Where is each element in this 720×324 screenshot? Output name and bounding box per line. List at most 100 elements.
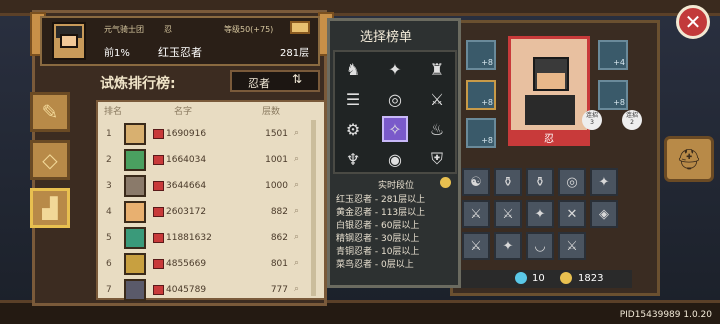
magnifier-icon[interactable]: ⌕ [294,180,299,190]
player-id-version: PID15439989 1.0.20 [619,310,712,320]
gift-icon [153,233,164,243]
row-floor: 1000 [265,181,288,191]
row-floor: 1501 [265,129,288,139]
rank-tier-line: 菜鸟忍者 - 0层以上 [336,260,414,270]
gift-icon [153,285,164,295]
inventory-item[interactable]: ⚔ [494,200,522,228]
inventory-item[interactable]: ⚱ [526,168,554,196]
avatar [52,22,86,60]
row-floor: 882 [270,207,288,217]
flame-class-icon[interactable]: ♨ [424,116,450,142]
inventory-item[interactable]: ✦ [494,232,522,260]
magnifier-icon[interactable]: ⌕ [294,154,299,164]
trial-leaderboard-title: 试炼排行榜: [100,76,176,92]
close-button[interactable]: ✕ [676,5,710,39]
equip-slot[interactable]: +4 [598,40,628,70]
guild-name: 元气骑士团 [104,25,144,34]
popup-title: 选择榜单 [360,30,413,45]
rank-tier-line: 青铜忍者 - 10层以上 [336,247,420,257]
row-floor: 862 [270,233,288,243]
row-rank: 3 [106,181,112,191]
column-class-icon[interactable]: ☰ [340,86,366,112]
row-floor: 1001 [265,155,288,165]
ninja-class-icon[interactable]: ✧ [382,116,408,142]
inventory-item[interactable]: ◎ [558,168,586,196]
header-floor: 层数 [262,107,281,117]
player-id: 2603172 [166,207,207,217]
player-id: 1664034 [166,155,207,165]
inventory-item[interactable]: ⚔ [462,232,490,260]
row-rank: 1 [106,129,112,139]
row-rank: 6 [106,259,112,269]
combo-badge-left: 连招 3 [582,110,602,130]
header-rank: 排名 [104,107,123,117]
class-tag: 忍 [164,25,172,34]
gift-icon [153,155,164,165]
helmet-button[interactable]: ⛑ [664,136,714,182]
hero-name: 忍 [508,130,590,146]
feather-tab-button[interactable]: ✎ [30,92,70,132]
inventory-item[interactable]: ☯ [462,168,490,196]
gift-icon [153,207,164,217]
avatar [124,149,146,171]
wing-class-icon[interactable]: ♆ [340,146,366,172]
coin-count: 1823 [578,273,604,284]
equip-slot[interactable]: +8 [466,80,496,110]
rank-tier-line: 精钢忍者 - 30层以上 [336,234,420,244]
rogue-class-icon[interactable]: ✦ [382,56,408,82]
table-scrollbar[interactable] [311,120,316,296]
rank-tier-line: 红玉忍者 - 281层以上 [336,195,426,205]
diamond-tab-button[interactable]: ◇ [30,140,70,180]
avatar [124,253,146,275]
level-text: 等级50(+75) [224,25,274,34]
knight-class-icon[interactable]: ♞ [340,56,366,82]
info-icon[interactable] [440,177,451,188]
row-floor: 777 [270,285,288,295]
avatar [124,175,146,197]
row-rank: 7 [106,285,112,295]
row-floor: 801 [270,259,288,269]
hero-portrait[interactable] [508,36,590,142]
inventory-item[interactable]: ⚔ [558,232,586,260]
inventory-item[interactable]: ◡ [526,232,554,260]
avatar [124,227,146,249]
magnifier-icon[interactable]: ⌕ [294,284,299,294]
avatar [124,279,146,301]
inventory-item[interactable]: ✦ [526,200,554,228]
magnifier-icon[interactable]: ⌕ [294,206,299,216]
inventory-item[interactable]: ◈ [590,200,618,228]
magnifier-icon[interactable]: ⌕ [294,128,299,138]
gift-icon [153,129,164,139]
avatar [124,123,146,145]
player-id: 3644664 [166,181,207,191]
player-id: 1690916 [166,129,207,139]
leaderboard-selector[interactable]: 忍者 [230,70,320,92]
row-rank: 4 [106,207,112,217]
inventory-item[interactable]: ✕ [558,200,586,228]
podium-icon: ▟ [42,196,58,220]
inventory-item[interactable]: ✦ [590,168,618,196]
vortex-class-icon[interactable]: ◉ [382,146,408,172]
shield-class-icon[interactable]: ⛨ [424,146,450,172]
avatar [124,201,146,223]
podium-tab-button[interactable]: ▟ [30,188,70,228]
swirl-class-icon[interactable]: ◎ [382,86,408,112]
rank-percent: 前1% [104,48,130,59]
combo-badge-right: 连招 2 [622,110,642,130]
rank-tier-line: 白银忍者 - 60层以上 [336,221,420,231]
feather-icon: ✎ [41,100,59,124]
equip-slot[interactable]: +8 [598,80,628,110]
swap-icon[interactable]: ⇅ [292,72,302,86]
inventory-item[interactable]: ⚔ [462,200,490,228]
equip-slot[interactable]: +8 [466,40,496,70]
row-rank: 5 [106,233,112,243]
blades-class-icon[interactable]: ⚔ [424,86,450,112]
magnifier-icon[interactable]: ⌕ [294,258,299,268]
diamond-icon: ◇ [42,148,58,172]
magnifier-icon[interactable]: ⌕ [294,232,299,242]
equip-slot[interactable]: +8 [466,118,496,148]
rank-title: 红玉忍者 [158,46,202,59]
inventory-item[interactable]: ⚱ [494,168,522,196]
castle-class-icon[interactable]: ♜ [424,56,450,82]
gear-class-icon[interactable]: ⚙ [340,116,366,142]
